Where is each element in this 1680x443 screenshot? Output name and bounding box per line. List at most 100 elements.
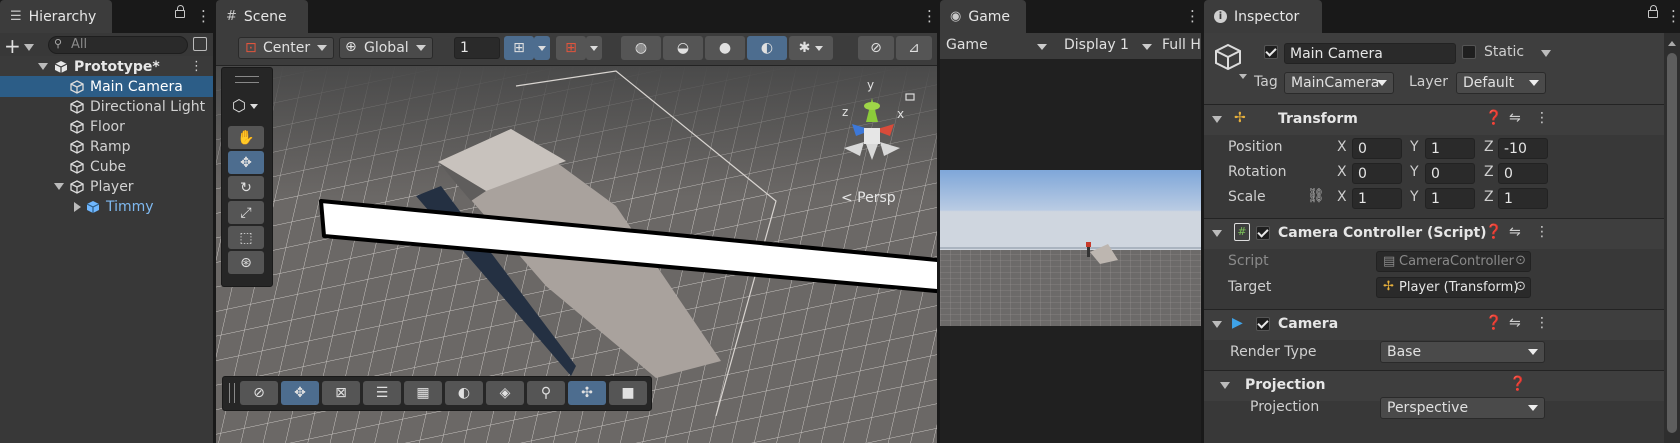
more-menu-icon[interactable]: ⋮	[922, 7, 937, 25]
fold-arrow-icon[interactable]	[1220, 382, 1230, 389]
rotate-tool-button[interactable]: ↻	[228, 176, 264, 199]
presets-icon[interactable]: ⇋	[1509, 315, 1521, 331]
add-button[interactable]: +	[4, 34, 21, 58]
move-handles-button[interactable]: ✥	[281, 381, 319, 405]
expand-arrow-icon[interactable]	[54, 183, 64, 190]
increment-snap-dropdown[interactable]	[586, 36, 602, 60]
orientation-button[interactable]: ⊘	[240, 381, 278, 405]
scale-y-field[interactable]: 1	[1425, 188, 1475, 209]
active-checkbox[interactable]	[1264, 45, 1278, 59]
presets-icon[interactable]: ⇋	[1509, 110, 1521, 126]
game-view[interactable]	[940, 170, 1201, 326]
camera-header[interactable]: ▶ Camera ❓ ⇋ ⋮	[1204, 309, 1664, 340]
icon-dropdown-arrow[interactable]	[1239, 74, 1247, 79]
transform-header[interactable]: ✢ Transform ❓ ⇋ ⋮	[1204, 104, 1664, 135]
display-dropdown[interactable]: Display 1	[1064, 37, 1154, 57]
persp-label[interactable]: < Persp	[841, 190, 896, 206]
collapse-arrow-icon[interactable]	[74, 201, 81, 212]
grid-snap-button[interactable]: ⊞	[504, 36, 534, 60]
tab-scene[interactable]: # Scene	[216, 0, 308, 33]
presets-icon[interactable]: ⇋	[1509, 224, 1521, 240]
search-filter-icon[interactable]	[193, 37, 207, 51]
tab-hierarchy[interactable]: ☰ Hierarchy	[0, 0, 112, 33]
static-checkbox[interactable]	[1462, 45, 1476, 59]
search-scene-button[interactable]: ⚲	[527, 381, 565, 405]
render-type-dropdown[interactable]: Base	[1380, 341, 1545, 363]
list-item-directional-light[interactable]: Directional Light	[0, 96, 213, 117]
wireframe-shading-button[interactable]: ◍	[621, 36, 661, 60]
pivot-dropdown[interactable]: ⊡ Center	[238, 37, 334, 59]
more-menu-icon[interactable]: ⋮	[190, 59, 203, 74]
gizmos-button[interactable]: ✣	[568, 381, 606, 405]
toggle-visibility-button[interactable]: ⊘	[858, 36, 894, 60]
fold-arrow-icon[interactable]	[1212, 230, 1222, 237]
target-field[interactable]: ✢ Player (Transform) ⊙	[1376, 277, 1531, 298]
component-menu-icon[interactable]: ⋮	[1535, 110, 1549, 126]
more-menu-icon[interactable]: ⋮	[1666, 7, 1680, 25]
static-dropdown-arrow[interactable]	[1541, 50, 1551, 57]
layer-dropdown[interactable]: Default	[1456, 72, 1546, 94]
tab-inspector[interactable]: i Inspector	[1204, 0, 1322, 33]
projection-dropdown[interactable]: Perspective	[1380, 397, 1545, 419]
transform-tool-button[interactable]: ⊛	[228, 251, 264, 274]
snap-increment-field[interactable]: 1	[454, 37, 500, 59]
rect-tool-button[interactable]: ⬚	[228, 226, 264, 249]
add-dropdown-arrow[interactable]	[24, 44, 34, 51]
resolution-dropdown[interactable]: Full H	[1162, 37, 1201, 53]
more-menu-icon[interactable]: ⋮	[196, 7, 211, 25]
rotation-x-field[interactable]: 0	[1352, 163, 1402, 184]
component-enabled-checkbox[interactable]	[1256, 226, 1270, 240]
grid-visibility-button[interactable]: ▦	[404, 381, 442, 405]
fold-arrow-icon[interactable]	[1212, 116, 1222, 123]
list-item-cube[interactable]: Cube	[0, 156, 213, 177]
inspector-scrollbar[interactable]	[1664, 33, 1680, 443]
constrain-proportions-icon[interactable]: ⛓	[1307, 188, 1325, 204]
tool-context-dropdown[interactable]: ⬡	[232, 96, 258, 115]
space-dropdown[interactable]: ⊕ Global	[339, 37, 433, 59]
scale-z-field[interactable]: 1	[1498, 188, 1548, 209]
component-menu-icon[interactable]: ⋮	[1535, 224, 1549, 240]
lock-icon[interactable]	[175, 5, 185, 18]
tag-dropdown[interactable]: MainCamera	[1284, 72, 1394, 94]
shaded-wireframe-button[interactable]: ◒	[663, 36, 703, 60]
help-icon[interactable]: ❓	[1485, 110, 1502, 126]
game-mode-dropdown[interactable]: Game	[946, 37, 1051, 57]
overlay-drag-handle[interactable]	[229, 383, 235, 403]
rotation-y-field[interactable]: 0	[1425, 163, 1475, 184]
component-menu-icon[interactable]: ⋮	[1535, 315, 1549, 331]
object-picker-icon[interactable]: ⊙	[1515, 279, 1526, 294]
scroll-up-arrow[interactable]	[1668, 41, 1676, 46]
list-item-player[interactable]: Player	[0, 176, 213, 197]
camera-controller-header[interactable]: # Camera Controller (Script) ❓ ⇋ ⋮	[1204, 218, 1664, 249]
list-item-main-camera[interactable]: Main Camera	[0, 76, 213, 97]
list-item-floor[interactable]: Floor	[0, 116, 213, 137]
list-item-ramp[interactable]: Ramp	[0, 136, 213, 157]
layers-button[interactable]: ◈	[486, 381, 524, 405]
object-name-field[interactable]: Main Camera	[1284, 43, 1456, 64]
list-item-timmy[interactable]: Timmy	[0, 196, 213, 217]
help-icon[interactable]: ❓	[1485, 315, 1502, 331]
position-z-field[interactable]: -10	[1498, 138, 1548, 159]
grid-snap-dropdown[interactable]	[534, 36, 550, 60]
move-tool-button[interactable]: ✥	[228, 151, 264, 174]
tab-game[interactable]: ◉ Game	[940, 0, 1026, 33]
position-x-field[interactable]: 0	[1352, 138, 1402, 159]
expand-arrow-icon[interactable]	[38, 63, 48, 70]
lock-icon[interactable]	[1648, 5, 1658, 18]
component-enabled-checkbox[interactable]	[1256, 317, 1270, 331]
snap-to-surface-button[interactable]: ⊠	[322, 381, 360, 405]
more-menu-icon[interactable]: ⋮	[1185, 7, 1200, 25]
lit-shaded-button[interactable]: ◐	[747, 36, 787, 60]
overlay-drag-handle[interactable]	[235, 76, 259, 83]
scale-x-field[interactable]: 1	[1352, 188, 1402, 209]
debug-draw-mode-button[interactable]: ✱	[789, 36, 833, 60]
help-icon[interactable]: ❓	[1509, 376, 1526, 392]
search-input[interactable]: ⚲ All	[48, 36, 188, 54]
rotation-z-field[interactable]: 0	[1498, 163, 1548, 184]
hand-tool-button[interactable]: ✋	[228, 126, 264, 149]
scrollbar-thumb[interactable]	[1667, 53, 1677, 433]
help-icon[interactable]: ❓	[1485, 224, 1502, 240]
shaded-button[interactable]: ●	[705, 36, 745, 60]
toggle-picking-button[interactable]: ⊿	[896, 36, 932, 60]
camera-settings-button[interactable]: ■	[609, 381, 647, 405]
